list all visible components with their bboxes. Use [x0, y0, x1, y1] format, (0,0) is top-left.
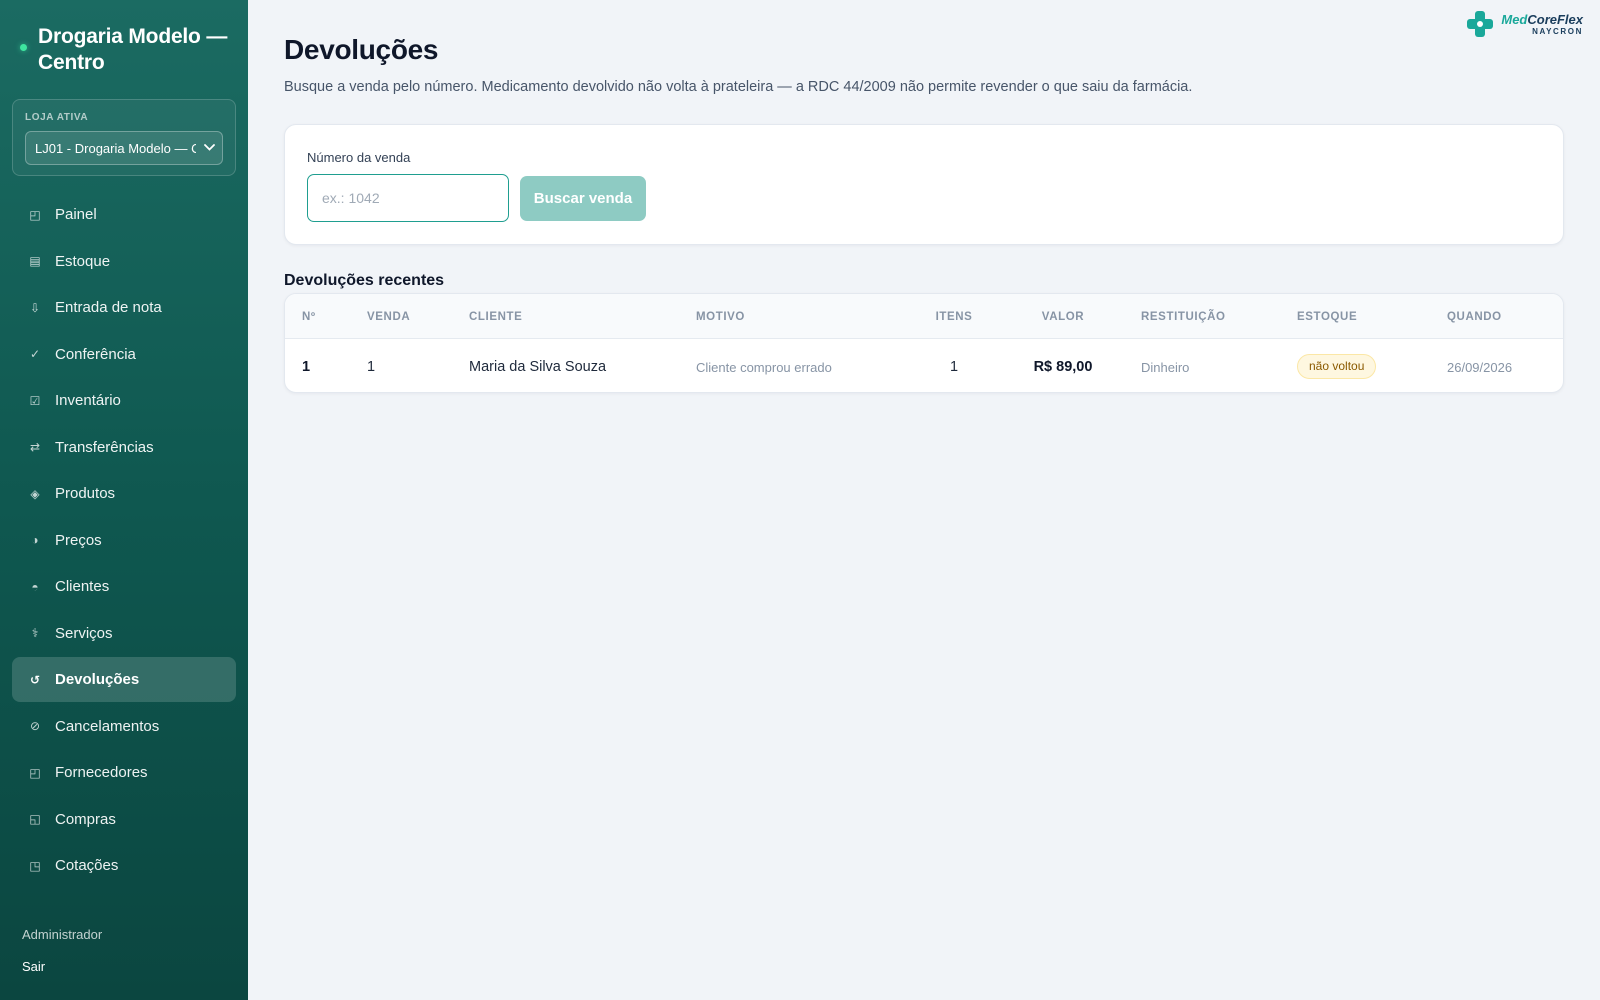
- column-header-restituicao: RESTITUIÇÃO: [1141, 311, 1226, 323]
- sidebar-item-label: Compras: [55, 810, 116, 828]
- sidebar-item-painel[interactable]: ◰ Painel: [12, 192, 236, 237]
- sidebar-item-label: Cotações: [55, 857, 119, 874]
- search-sale-button[interactable]: Buscar venda: [520, 176, 646, 221]
- caduceus-icon: ⚕: [31, 626, 39, 640]
- sidebar-item-servicos[interactable]: ⚕ Serviços: [12, 611, 236, 656]
- sidebar-item-label: Estoque: [55, 252, 111, 270]
- cell-restituicao: Dinheiro: [1141, 360, 1190, 375]
- sidebar-item-inventario[interactable]: ☑ Inventário: [12, 378, 236, 423]
- purchase-icon: ◱: [29, 812, 41, 826]
- logo-text: MedCoreFlex NAYCRON: [1501, 13, 1583, 36]
- sidebar: Drogaria Modelo — Centro LOJA ATIVA LJ01…: [0, 0, 248, 1000]
- cell-quando: 26/09/2026: [1447, 360, 1513, 375]
- sidebar-item-precos[interactable]: ◑ Preços: [12, 518, 236, 563]
- brand: Drogaria Modelo — Centro: [20, 24, 235, 76]
- sale-search-card: Número da venda Buscar venda: [284, 124, 1564, 245]
- sidebar-item-estoque[interactable]: ▤ Estoque: [12, 239, 236, 284]
- supplier-icon: ◰: [29, 765, 41, 780]
- column-header-cliente: CLIENTE: [469, 311, 523, 323]
- medical-cross-icon: [1467, 11, 1494, 37]
- sidebar-item-fornecedores[interactable]: ◰ Fornecedores: [12, 750, 236, 795]
- brand-title: Drogaria Modelo — Centro: [38, 25, 228, 74]
- sidebar-item-label: Fornecedores: [55, 764, 148, 781]
- column-header-itens: ITENS: [935, 311, 973, 323]
- recent-returns-table: Nº VENDA CLIENTE MOTIVO ITENS VALOR REST…: [284, 293, 1564, 393]
- sidebar-item-label: Conferência: [55, 345, 136, 363]
- column-header-numero: Nº: [302, 311, 316, 323]
- stock-status-badge: não voltou: [1297, 354, 1377, 379]
- sidebar-item-entrada-de-nota[interactable]: ⇩ Entrada de nota: [12, 285, 236, 330]
- cell-motivo: Cliente comprou errado: [696, 360, 832, 375]
- logout-link[interactable]: Sair: [22, 959, 45, 974]
- user-icon: ◓: [31, 579, 39, 594]
- dashboard-icon: ◰: [29, 207, 41, 222]
- sidebar-item-label: Transferências: [55, 438, 154, 456]
- stock-icon: ▤: [29, 254, 41, 268]
- cell-valor: R$ 89,00: [1033, 359, 1093, 375]
- sidebar-item-devolucoes[interactable]: ↺ Devoluções: [12, 657, 236, 702]
- sidebar-item-label: Entrada de nota: [55, 299, 162, 316]
- quote-icon: ◳: [29, 858, 41, 873]
- check-icon: ✓: [29, 347, 41, 361]
- diamond-icon: ◈: [30, 486, 40, 501]
- cell-venda: 1: [367, 359, 376, 375]
- recent-returns-title: Devoluções recentes: [284, 272, 445, 289]
- sidebar-item-conferencia[interactable]: ✓ Conferência: [12, 332, 236, 377]
- sidebar-item-label: Devoluções: [55, 671, 140, 688]
- sidebar-nav: ◰ Painel ▤ Estoque ⇩ Entrada de nota ✓ Confe…: [12, 192, 236, 890]
- logo-subtitle: NAYCRON: [1532, 26, 1583, 36]
- store-select-value: LJ01 - Drogaria Modelo — Centro: [35, 140, 196, 156]
- column-header-valor: VALOR: [1041, 311, 1085, 323]
- sidebar-item-label: Serviços: [55, 624, 113, 642]
- active-store-panel: LOJA ATIVA LJ01 - Drogaria Modelo — Cent…: [12, 99, 236, 176]
- column-header-motivo: MOTIVO: [696, 311, 745, 323]
- status-dot-icon: [20, 44, 27, 51]
- return-arrow-icon: ↺: [29, 672, 41, 687]
- sidebar-item-label: Clientes: [55, 578, 110, 595]
- sidebar-item-produtos[interactable]: ◈ Produtos: [12, 471, 236, 516]
- sidebar-item-cancelamentos[interactable]: ⊘ Cancelamentos: [12, 704, 236, 749]
- sidebar-item-clientes[interactable]: ◓ Clientes: [12, 564, 236, 609]
- sidebar-item-cotacoes[interactable]: ◳ Cotações: [12, 843, 236, 888]
- column-header-quando: QUANDO: [1447, 311, 1502, 323]
- cancel-icon: ⊘: [29, 719, 41, 733]
- sale-number-input[interactable]: [307, 174, 509, 222]
- cell-itens: 1: [949, 359, 959, 375]
- column-header-estoque: ESTOQUE: [1297, 311, 1358, 323]
- cell-cliente: Maria da Silva Souza: [469, 359, 607, 375]
- checkbox-icon: ☑: [29, 393, 41, 408]
- table-header: Nº VENDA CLIENTE MOTIVO ITENS VALOR REST…: [285, 294, 1563, 339]
- swap-arrows-icon: ⇄: [29, 440, 41, 454]
- medcoreflex-logo: MedCoreFlex NAYCRON: [1467, 11, 1583, 37]
- sidebar-item-label: Cancelamentos: [55, 717, 160, 735]
- sidebar-item-compras[interactable]: ◱ Compras: [12, 797, 236, 842]
- column-header-venda: VENDA: [367, 311, 411, 323]
- user-role: Administrador: [22, 927, 103, 942]
- store-label: LOJA ATIVA: [25, 112, 89, 123]
- sidebar-item-label: Produtos: [55, 485, 116, 502]
- chevron-down-icon: [196, 142, 222, 154]
- download-arrow-icon: ⇩: [29, 300, 41, 315]
- sidebar-item-label: Painel: [55, 206, 97, 223]
- sidebar-item-label: Inventário: [55, 392, 121, 409]
- page-title: Devoluções: [284, 34, 439, 65]
- half-circle-icon: ◑: [31, 533, 39, 547]
- store-select[interactable]: LJ01 - Drogaria Modelo — Centro: [25, 131, 223, 165]
- page-description: Busque a venda pelo número. Medicamento …: [284, 79, 1193, 95]
- cell-numero: 1: [302, 359, 311, 375]
- logo-name: MedCoreFlex: [1501, 11, 1583, 27]
- sidebar-item-transferencias[interactable]: ⇄ Transferências: [12, 425, 236, 470]
- sidebar-item-label: Preços: [55, 531, 102, 549]
- sale-number-label: Número da venda: [307, 150, 411, 165]
